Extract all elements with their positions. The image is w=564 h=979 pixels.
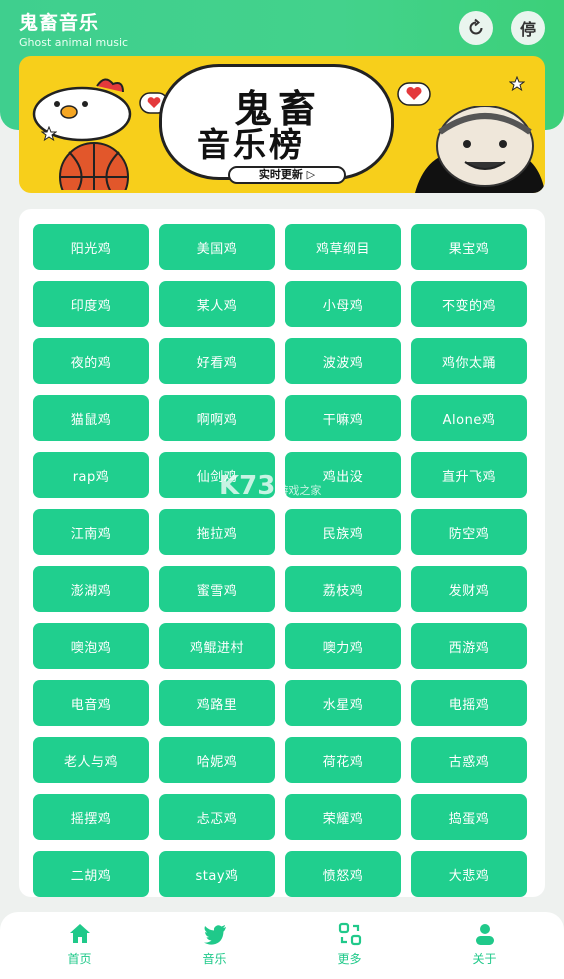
music-item-button[interactable]: 水星鸡	[285, 680, 401, 726]
heart-bubble-icon	[397, 82, 431, 106]
basketball-illustration	[59, 142, 129, 190]
music-item-button[interactable]: 愤怒鸡	[285, 851, 401, 897]
music-item-button[interactable]: 二胡鸡	[33, 851, 149, 897]
music-item-button[interactable]: 老人与鸡	[33, 737, 149, 783]
music-item-button[interactable]: 鸡你太踊	[411, 338, 527, 384]
music-item-button[interactable]: 电音鸡	[33, 680, 149, 726]
star-icon	[509, 76, 525, 92]
music-list-panel[interactable]: 阳光鸡 美国鸡 鸡草纲目 果宝鸡印度鸡 某人鸡 小母鸡 不变的鸡夜的鸡 好看鸡 波波鸡 鸡你太踊猫…	[19, 209, 545, 897]
music-item-button[interactable]: 波波鸡	[285, 338, 401, 384]
music-item-button[interactable]: 电摇鸡	[411, 680, 527, 726]
music-grid: 阳光鸡 美国鸡 鸡草纲目 果宝鸡印度鸡 某人鸡 小母鸡 不变的鸡夜的鸡 好看鸡 波波鸡 鸡你太踊猫…	[33, 224, 531, 897]
music-item-button[interactable]: 发财鸡	[411, 566, 527, 612]
bottom-navigation: 首页 音乐 更多 关于	[0, 912, 564, 979]
music-item-button[interactable]: 干嘛鸡	[285, 395, 401, 441]
music-item-button[interactable]: 荔枝鸡	[285, 566, 401, 612]
music-item-button[interactable]: 荷花鸡	[285, 737, 401, 783]
home-icon	[69, 924, 90, 943]
music-item-button[interactable]: 鸡路里	[159, 680, 275, 726]
nav-item-about[interactable]: 关于	[430, 912, 540, 967]
music-item-button[interactable]: 摇摆鸡	[33, 794, 149, 840]
music-item-button[interactable]: 捣蛋鸡	[411, 794, 527, 840]
refresh-button[interactable]	[459, 11, 493, 45]
music-item-button[interactable]: 噢力鸡	[285, 623, 401, 669]
meme-face-illustration	[415, 106, 545, 193]
nav-label: 音乐	[202, 952, 227, 966]
music-item-button[interactable]: 古惑鸡	[411, 737, 527, 783]
music-item-button[interactable]: 鸡草纲目	[285, 224, 401, 270]
music-item-button[interactable]: 果宝鸡	[411, 224, 527, 270]
music-item-button[interactable]: 民族鸡	[285, 509, 401, 555]
music-item-button[interactable]: 猫鼠鸡	[33, 395, 149, 441]
music-item-button[interactable]: 荣耀鸡	[285, 794, 401, 840]
music-item-button[interactable]: stay鸡	[159, 851, 275, 897]
music-item-button[interactable]: 防空鸡	[411, 509, 527, 555]
music-item-button[interactable]: Alone鸡	[411, 395, 527, 441]
nav-label: 更多	[337, 952, 362, 966]
music-item-button[interactable]: 江南鸡	[33, 509, 149, 555]
twitter-bird-icon	[203, 925, 226, 945]
music-item-button[interactable]: 某人鸡	[159, 281, 275, 327]
music-item-button[interactable]: 噢泡鸡	[33, 623, 149, 669]
app-subtitle: Ghost animal music	[19, 36, 129, 49]
music-item-button[interactable]: 直升飞鸡	[411, 452, 527, 498]
music-item-button[interactable]: 美国鸡	[159, 224, 275, 270]
banner[interactable]: 鬼畜 音乐榜 实时更新 ▷	[19, 56, 545, 193]
music-item-button[interactable]: 大悲鸡	[411, 851, 527, 897]
banner-title-line2: 音乐榜	[197, 125, 305, 164]
music-item-button[interactable]: 不变的鸡	[411, 281, 527, 327]
star-icon	[41, 126, 57, 142]
more-apps-icon	[338, 922, 361, 946]
music-item-button[interactable]: 啊啊鸡	[159, 395, 275, 441]
music-item-button[interactable]: 夜的鸡	[33, 338, 149, 384]
music-item-button[interactable]: 忐忑鸡	[159, 794, 275, 840]
refresh-icon	[469, 18, 483, 35]
music-item-button[interactable]: rap鸡	[33, 452, 149, 498]
music-item-button[interactable]: 哈妮鸡	[159, 737, 275, 783]
nav-item-music[interactable]: 音乐	[160, 912, 270, 967]
nav-label: 首页	[67, 952, 92, 966]
nav-label: 关于	[472, 952, 497, 966]
music-item-button[interactable]: 印度鸡	[33, 281, 149, 327]
music-item-button[interactable]: 澎湖鸡	[33, 566, 149, 612]
nav-item-more[interactable]: 更多	[295, 912, 405, 967]
app-title: 鬼畜音乐	[19, 12, 100, 34]
music-item-button[interactable]: 小母鸡	[285, 281, 401, 327]
banner-tag: 实时更新 ▷	[228, 166, 346, 184]
music-item-button[interactable]: 蜜雪鸡	[159, 566, 275, 612]
music-item-button[interactable]: 阳光鸡	[33, 224, 149, 270]
music-item-button[interactable]: 西游鸡	[411, 623, 527, 669]
user-icon	[475, 924, 494, 945]
nav-item-home[interactable]: 首页	[25, 912, 135, 967]
music-item-button[interactable]: 鸡出没	[285, 452, 401, 498]
music-item-button[interactable]: 仙剑鸡	[159, 452, 275, 498]
music-item-button[interactable]: 拖拉鸡	[159, 509, 275, 555]
stop-button[interactable]: 停	[511, 11, 545, 45]
music-item-button[interactable]: 好看鸡	[159, 338, 275, 384]
music-item-button[interactable]: 鸡鲲进村	[159, 623, 275, 669]
